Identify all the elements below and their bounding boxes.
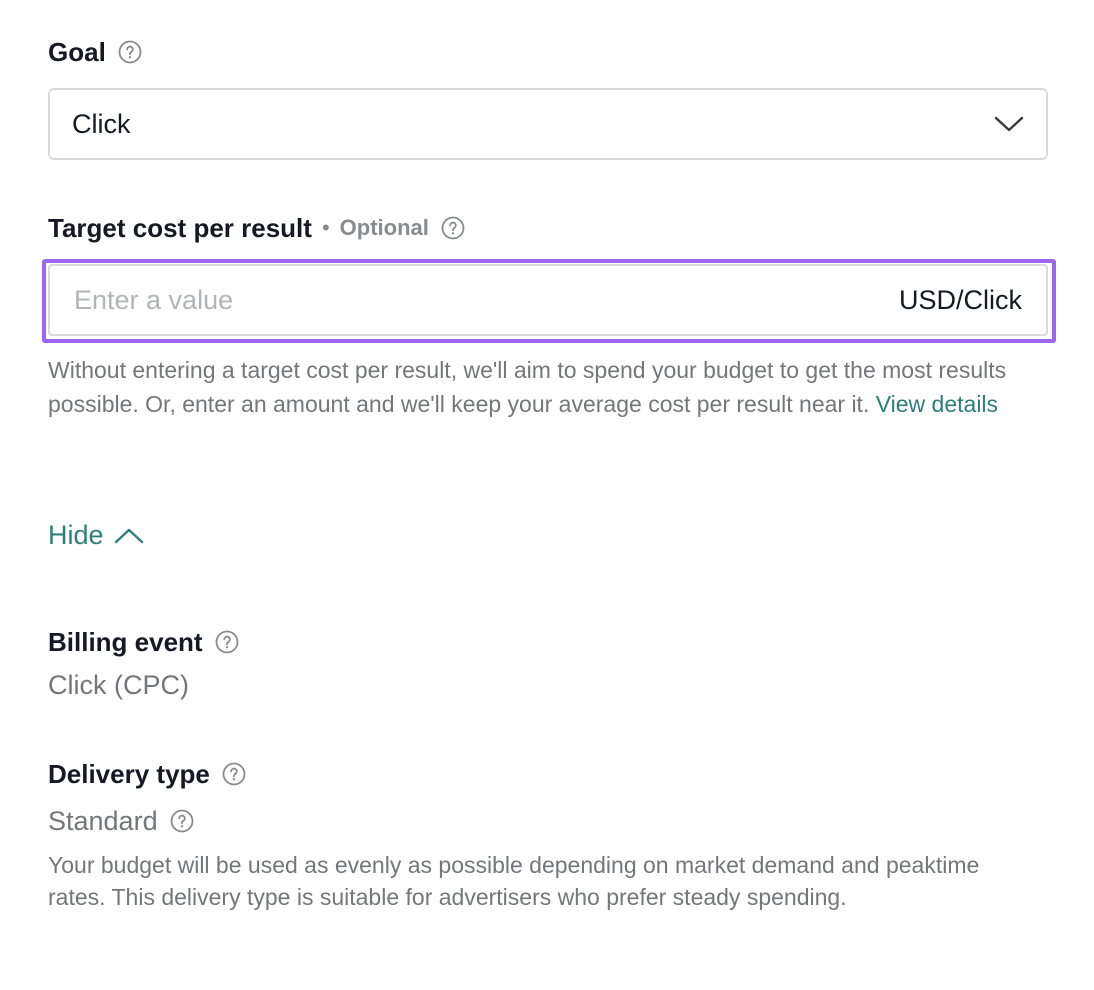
delivery-type-label: Delivery type: [48, 759, 210, 789]
optional-tag: Optional: [339, 215, 429, 240]
target-cost-label: Target cost per result: [48, 213, 312, 243]
goal-select[interactable]: Click: [48, 88, 1048, 160]
goal-selected-value: Click: [72, 108, 131, 139]
billing-event-value: Click (CPC): [48, 670, 189, 700]
question-circle-icon[interactable]: [215, 630, 239, 654]
question-circle-icon[interactable]: [222, 762, 246, 786]
label-separator: •: [321, 215, 330, 240]
target-cost-input[interactable]: [74, 284, 899, 316]
goal-label: Goal: [48, 37, 106, 67]
delivery-type-description: Your budget will be used as evenly as po…: [48, 852, 980, 910]
target-cost-label-row: Target cost per result • Optional: [48, 212, 465, 244]
delivery-type-label-row: Delivery type: [48, 758, 246, 790]
view-details-link[interactable]: View details: [876, 391, 998, 417]
hide-label: Hide: [48, 520, 104, 550]
question-circle-icon[interactable]: [170, 809, 194, 833]
chevron-down-icon: [994, 116, 1024, 132]
chevron-up-icon: [114, 528, 143, 543]
billing-event-label-row: Billing event: [48, 626, 239, 658]
question-circle-icon[interactable]: [441, 216, 465, 240]
target-cost-help-body: Without entering a target cost per resul…: [48, 357, 1007, 417]
billing-event-label: Billing event: [48, 627, 203, 657]
question-circle-icon[interactable]: [118, 40, 142, 64]
hide-toggle[interactable]: Hide: [48, 520, 144, 551]
delivery-type-value: Standard: [48, 806, 158, 836]
goal-label-row: Goal: [48, 36, 142, 68]
unit-suffix: USD/Click: [898, 284, 1022, 315]
target-cost-help-text: Without entering a target cost per resul…: [48, 353, 1028, 421]
delivery-type-value-row: Standard: [48, 804, 194, 838]
target-cost-field[interactable]: USD/Click: [48, 264, 1048, 336]
